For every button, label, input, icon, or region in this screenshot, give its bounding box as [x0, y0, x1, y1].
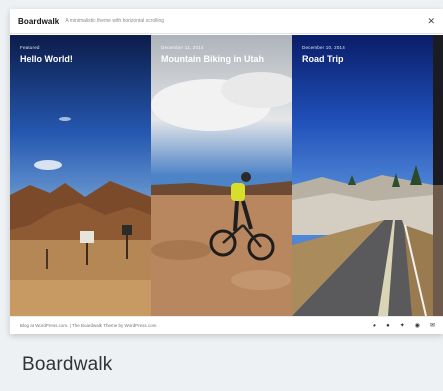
instagram-icon[interactable]: ◉ — [415, 323, 420, 329]
email-icon[interactable]: ✉ — [430, 323, 435, 329]
twitter-icon[interactable]: ✦ — [400, 323, 405, 329]
post-title[interactable]: Hello World! — [20, 54, 141, 64]
next-post-image — [433, 35, 443, 316]
social-links: ◕ ● ✦ ◉ ✉ — [372, 323, 435, 329]
post-date: Featured — [20, 45, 40, 50]
github-icon[interactable]: ● — [386, 323, 390, 329]
wordpress-icon[interactable]: ◕ — [372, 323, 376, 329]
site-title[interactable]: Boardwalk — [18, 17, 59, 26]
site-footer: Blog at WordPress.com. | The Boardwalk T… — [10, 316, 443, 334]
post-date: December 11, 2014 — [161, 45, 204, 50]
site-tagline: A minimalistic theme with horizontal scr… — [65, 18, 165, 24]
close-icon[interactable]: ✕ — [427, 16, 435, 26]
post-strip[interactable]: Featured Hello World! December 11, 2014 … — [10, 35, 443, 316]
theme-preview-window: Boardwalk A minimalistic theme with hori… — [10, 9, 443, 334]
post-card-hello-world[interactable]: Featured Hello World! — [10, 35, 151, 316]
post-title[interactable]: Mountain Biking in Utah — [161, 54, 282, 64]
site-header: Boardwalk A minimalistic theme with hori… — [10, 9, 443, 34]
footer-credit[interactable]: Blog at WordPress.com. | The Boardwalk T… — [20, 323, 158, 328]
post-date: December 10, 2014 — [302, 45, 345, 50]
post-title[interactable]: Road Trip — [302, 54, 423, 64]
page-heading: Boardwalk — [22, 354, 113, 375]
post-card-next-partial[interactable] — [433, 35, 443, 316]
post-card-road-trip[interactable]: December 10, 2014 Road Trip — [292, 35, 433, 316]
post-card-mountain-biking[interactable]: December 11, 2014 Mountain Biking in Uta… — [151, 35, 292, 316]
